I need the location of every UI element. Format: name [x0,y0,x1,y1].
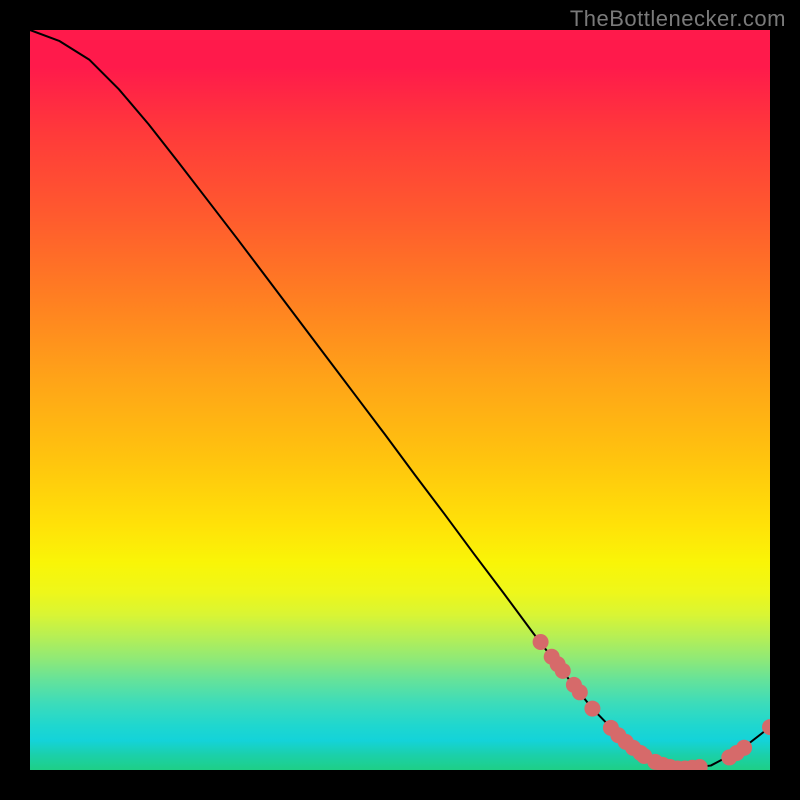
data-marker [533,634,549,650]
data-marker [572,684,588,700]
attribution-label: TheBottlenecker.com [570,6,786,32]
data-marker [555,663,571,679]
data-marker [736,740,752,756]
data-markers [533,634,770,770]
plot-area [30,30,770,770]
chart-root: TheBottlenecker.com [0,0,800,800]
data-marker [584,701,600,717]
chart-overlay [30,30,770,770]
bottleneck-curve [30,30,770,769]
